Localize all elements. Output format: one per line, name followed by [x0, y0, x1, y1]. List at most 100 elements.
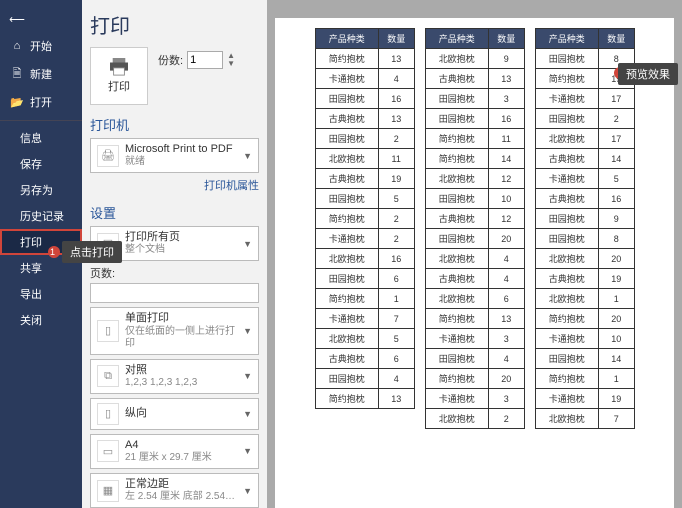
table-row: 北欧抱枕5: [315, 329, 414, 349]
printer-heading: 打印机: [90, 115, 259, 134]
chevron-down-icon: ▼: [243, 486, 252, 496]
margin-select[interactable]: ▦ 正常边距左 2.54 厘米 底部 2.54… ▼: [90, 473, 259, 508]
orientation-select[interactable]: ▯ 纵向 ▼: [90, 398, 259, 430]
table-row: 北欧抱枕11: [315, 149, 414, 169]
table-row: 田园抱枕3: [425, 89, 524, 109]
collate-select[interactable]: ⧉ 对照1,2,3 1,2,3 1,2,3 ▼: [90, 359, 259, 394]
table-row: 北欧抱枕4: [425, 249, 524, 269]
callout-preview: 预览效果: [618, 63, 678, 85]
copies-label: 份数:: [158, 52, 183, 68]
table-row: 田园抱枕9: [535, 209, 634, 229]
collate-icon: ⧉: [97, 365, 119, 387]
chevron-down-icon: ▼: [243, 409, 252, 419]
preview-table-1: 产品种类数量简约抱枕13卡通抱枕4田园抱枕16古典抱枕13田园抱枕2北欧抱枕11…: [315, 28, 415, 409]
table-row: 古典抱枕13: [315, 109, 414, 129]
sidebar-item[interactable]: 🗎新建: [0, 60, 82, 88]
side-print-select[interactable]: ▯ 单面打印仅在纸面的一侧上进行打印 ▼: [90, 307, 259, 354]
pages-input[interactable]: [90, 283, 259, 303]
table-row: 田园抱枕4: [425, 349, 524, 369]
portrait-icon: ▯: [97, 403, 119, 425]
table-row: 田园抱枕4: [315, 369, 414, 389]
table-row: 简约抱枕11: [425, 129, 524, 149]
table-row: 卡通抱枕4: [315, 69, 414, 89]
table-row: 卡通抱枕5: [535, 169, 634, 189]
table-row: 古典抱枕19: [535, 269, 634, 289]
sidebar-sub-item[interactable]: 历史记录: [0, 203, 82, 229]
table-row: 简约抱枕13: [315, 49, 414, 69]
table-row: 北欧抱枕17: [535, 129, 634, 149]
table-row: 卡通抱枕3: [425, 329, 524, 349]
back-icon: ⟵: [10, 12, 24, 26]
preview-table-3: 产品种类数量田园抱枕8简约抱枕19卡通抱枕17田园抱枕2北欧抱枕17古典抱枕14…: [535, 28, 635, 429]
printer-icon: [108, 58, 130, 76]
table-row: 北欧抱枕6: [425, 289, 524, 309]
sidebar-item[interactable]: ⌂开始: [0, 32, 82, 60]
table-row: 田园抱枕6: [315, 269, 414, 289]
sidebar-sub-item[interactable]: 另存为: [0, 177, 82, 203]
paper-icon: ▭: [97, 440, 119, 462]
printer-device-icon: 🖨: [97, 145, 119, 167]
table-row: 北欧抱枕16: [315, 249, 414, 269]
table-row: 古典抱枕13: [425, 69, 524, 89]
printer-select[interactable]: 🖨 Microsoft Print to PDF就绪 ▼: [90, 138, 259, 173]
table-row: 简约抱枕13: [315, 389, 414, 409]
callout-print: 1点击打印: [62, 241, 122, 263]
sidebar-sub-item[interactable]: 关闭: [0, 307, 82, 333]
table-row: 北欧抱枕9: [425, 49, 524, 69]
sidebar-sub-item[interactable]: 导出: [0, 281, 82, 307]
spinner-icon[interactable]: ▲▼: [227, 52, 235, 68]
table-row: 卡通抱枕2: [315, 229, 414, 249]
table-row: 古典抱枕19: [315, 169, 414, 189]
pages-label: 页数:: [90, 265, 259, 281]
table-row: 田园抱枕16: [315, 89, 414, 109]
chevron-down-icon: ▼: [243, 326, 252, 336]
nav-icon: 🗎: [10, 67, 24, 81]
table-row: 北欧抱枕7: [535, 409, 634, 429]
table-row: 简约抱枕20: [425, 369, 524, 389]
table-row: 古典抱枕16: [535, 189, 634, 209]
table-row: 卡通抱枕3: [425, 389, 524, 409]
chevron-down-icon: ▼: [243, 151, 252, 161]
table-row: 田园抱枕5: [315, 189, 414, 209]
back-button[interactable]: ⟵: [0, 6, 82, 32]
printer-properties-link[interactable]: 打印机属性: [90, 177, 259, 193]
chevron-down-icon: ▼: [243, 446, 252, 456]
table-row: 田园抱枕14: [535, 349, 634, 369]
table-row: 古典抱枕4: [425, 269, 524, 289]
margin-icon: ▦: [97, 480, 119, 502]
sidebar-item[interactable]: 📂打开: [0, 88, 82, 116]
table-row: 古典抱枕12: [425, 209, 524, 229]
table-row: 北欧抱枕2: [425, 409, 524, 429]
table-row: 卡通抱枕17: [535, 89, 634, 109]
print-button[interactable]: 打印: [90, 47, 148, 105]
table-row: 古典抱枕6: [315, 349, 414, 369]
table-row: 卡通抱枕7: [315, 309, 414, 329]
table-row: 田园抱枕20: [425, 229, 524, 249]
table-row: 简约抱枕1: [535, 369, 634, 389]
copies-input[interactable]: [187, 51, 223, 69]
table-row: 田园抱枕16: [425, 109, 524, 129]
preview-table-2: 产品种类数量北欧抱枕9古典抱枕13田园抱枕3田园抱枕16简约抱枕11简约抱枕14…: [425, 28, 525, 429]
page-title: 打印: [90, 10, 259, 39]
single-side-icon: ▯: [97, 320, 119, 342]
sidebar-sub-item[interactable]: 信息: [0, 125, 82, 151]
table-row: 简约抱枕13: [425, 309, 524, 329]
table-row: 简约抱枕14: [425, 149, 524, 169]
table-row: 北欧抱枕12: [425, 169, 524, 189]
nav-icon: 📂: [10, 95, 24, 109]
sidebar-sub-item[interactable]: 保存: [0, 151, 82, 177]
chevron-down-icon: ▼: [243, 239, 252, 249]
table-row: 卡通抱枕19: [535, 389, 634, 409]
table-row: 古典抱枕14: [535, 149, 634, 169]
table-row: 田园抱枕8: [535, 229, 634, 249]
preview-page: 产品种类数量简约抱枕13卡通抱枕4田园抱枕16古典抱枕13田园抱枕2北欧抱枕11…: [275, 18, 674, 508]
table-row: 简约抱枕20: [535, 309, 634, 329]
table-row: 简约抱枕1: [315, 289, 414, 309]
table-row: 田园抱枕2: [535, 109, 634, 129]
table-row: 田园抱枕2: [315, 129, 414, 149]
chevron-down-icon: ▼: [243, 371, 252, 381]
table-row: 卡通抱枕10: [535, 329, 634, 349]
table-row: 北欧抱枕1: [535, 289, 634, 309]
nav-icon: ⌂: [10, 39, 24, 53]
paper-size-select[interactable]: ▭ A421 厘米 x 29.7 厘米 ▼: [90, 434, 259, 469]
